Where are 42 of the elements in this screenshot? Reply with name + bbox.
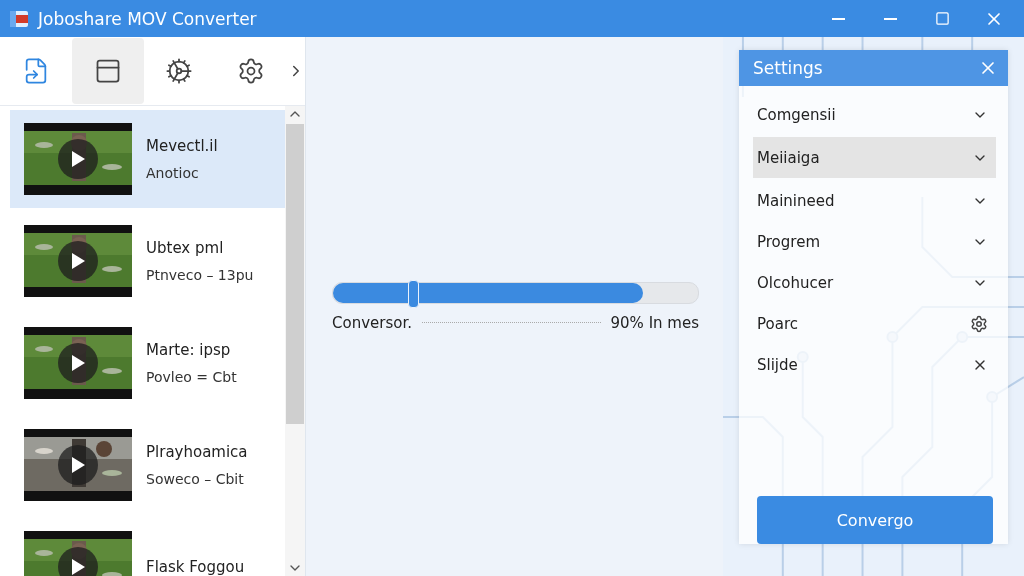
slider-handle[interactable] xyxy=(408,279,420,308)
video-info: Soweco – Cbit xyxy=(146,471,245,487)
window-title: Joboshare MOV Converter xyxy=(38,8,258,29)
cog-icon xyxy=(165,57,194,85)
settings-item[interactable]: Poarc xyxy=(753,305,996,342)
settings-item[interactable]: Comgensii xyxy=(753,96,996,133)
settings-item[interactable]: Mainineed xyxy=(753,182,996,219)
minimize-icon xyxy=(831,17,845,20)
settings-icon xyxy=(970,314,988,333)
video-info: Ptnveco – 13pu xyxy=(146,267,254,283)
video-info: Povleo = Cbt xyxy=(146,369,237,385)
video-title: Ubtex pml xyxy=(146,239,225,257)
video-info: Anotioc xyxy=(146,165,200,181)
video-title: Marte: ipsp xyxy=(146,341,232,359)
video-item[interactable]: Marte: ipsp Povleo = Cbt xyxy=(10,314,285,412)
convert-button[interactable]: Convergo xyxy=(757,496,993,544)
minimize-icon xyxy=(883,17,897,20)
settings-item[interactable]: Olcohucer xyxy=(753,264,996,301)
video-item[interactable]: Flask Foggou xyxy=(10,518,285,576)
settings-label: Mainineed xyxy=(757,191,835,210)
settings-label: Comgensii xyxy=(757,105,836,124)
settings-item[interactable]: Slijde xyxy=(753,346,996,383)
progress-label: Conversor. xyxy=(332,313,412,332)
progress-reading: 90% In mes xyxy=(610,313,699,332)
video-item[interactable]: Mevectl.il Anotioc xyxy=(10,110,285,208)
video-item[interactable]: Plrayhoamica Soweco – Cbit xyxy=(10,416,285,514)
settings-label: Slijde xyxy=(757,355,798,374)
settings-label: Meiiaiga xyxy=(757,148,820,167)
video-title: Plrayhoamica xyxy=(146,443,248,461)
video-title: Mevectl.il xyxy=(146,137,218,155)
maximize-icon xyxy=(934,11,950,26)
scrollbar-thumb[interactable] xyxy=(286,124,304,424)
app-logo-icon xyxy=(8,8,30,29)
video-item[interactable]: Ubtex pml Ptnveco – 13pu xyxy=(10,212,285,310)
video-title: Flask Foggou xyxy=(146,558,245,576)
settings-label: Olcohucer xyxy=(757,273,834,292)
settings-label: Poarc xyxy=(757,314,798,333)
settings-label: Progrem xyxy=(757,232,820,251)
toolbar-button[interactable] xyxy=(71,38,144,104)
settings-item[interactable]: Meiiaiga xyxy=(753,137,996,178)
settings-item[interactable]: Progrem xyxy=(753,223,996,260)
settings-title: Settings xyxy=(753,58,823,78)
